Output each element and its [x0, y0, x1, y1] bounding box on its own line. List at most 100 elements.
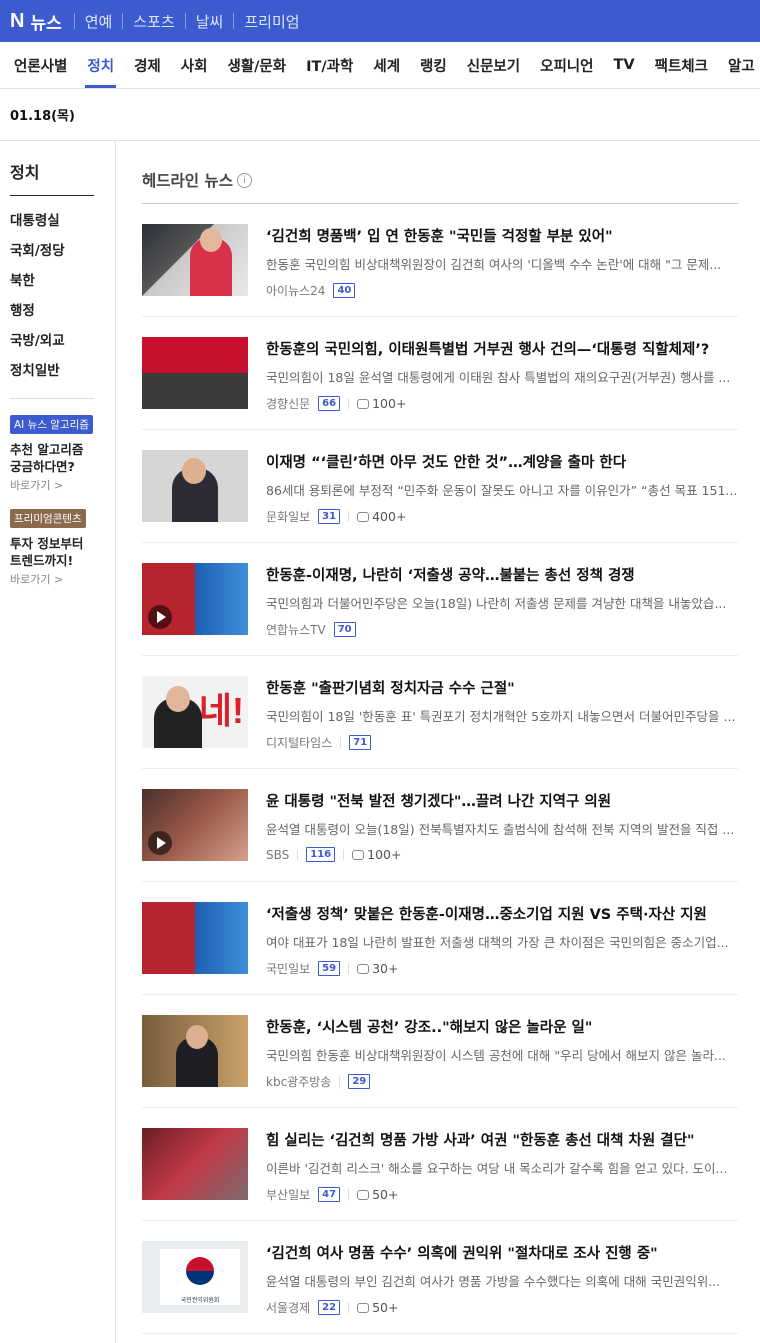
promo-premium-content[interactable]: 프리미엄콘텐츠 투자 정보부터 트렌드까지! 바로가기 >: [10, 507, 105, 587]
news-summary[interactable]: 86세대 용퇴론에 부정적 “민주화 운동이 잘못도 아니고 자를 이유인가” …: [266, 480, 738, 499]
related-count-badge[interactable]: 47: [318, 1187, 341, 1202]
news-thumbnail[interactable]: [142, 450, 248, 522]
news-summary[interactable]: 국민의힘이 18일 '한동훈 표' 특권포기 정치개혁안 5호까지 내놓으면서 …: [266, 706, 738, 725]
tab-politics[interactable]: 정치: [85, 42, 116, 88]
news-thumbnail[interactable]: [142, 1128, 248, 1200]
divider: [73, 13, 75, 29]
news-headline[interactable]: ‘저출생 정책’ 맞붙은 한동훈-이재명…중소기업 지원 VS 주택·자산 지원: [266, 903, 738, 924]
promo-link[interactable]: 바로가기 >: [10, 477, 105, 493]
play-icon[interactable]: [148, 605, 172, 629]
news-item[interactable]: 이재명 “‘클린’하면 아무 것도 안한 것”…계양을 출마 한다 86세대 용…: [142, 430, 738, 543]
sidebar-item-politics-general[interactable]: 정치일반: [10, 356, 94, 386]
related-count-badge[interactable]: 40: [333, 283, 356, 298]
service-link-premium[interactable]: 프리미엄: [244, 11, 299, 32]
news-item[interactable]: ‘저출생 정책’ 맞붙은 한동훈-이재명…중소기업 지원 VS 주택·자산 지원…: [142, 882, 738, 995]
news-headline[interactable]: 한동훈-이재명, 나란히 ‘저출생 공약…불붙는 총선 정책 경쟁: [266, 564, 738, 585]
news-headline[interactable]: 힘 실리는 ‘김건희 명품 가방 사과’ 여권 "한동훈 총선 대책 차원 결단…: [266, 1129, 738, 1150]
tab-opinion[interactable]: 오피니언: [540, 42, 593, 88]
divider: [340, 737, 342, 748]
divider: [348, 1302, 350, 1313]
tab-world[interactable]: 세계: [373, 42, 400, 88]
section-header: 헤드라인 뉴스 i: [142, 169, 738, 204]
news-thumbnail[interactable]: [142, 337, 248, 409]
news-summary[interactable]: 이른바 '김건희 리스크' 해소를 요구하는 여당 내 목소리가 갈수록 힘을 …: [266, 1158, 738, 1177]
tab-society[interactable]: 사회: [181, 42, 208, 88]
related-count-badge[interactable]: 31: [318, 509, 341, 524]
tab-ranking[interactable]: 랭킹: [420, 42, 447, 88]
service-link-weather[interactable]: 날씨: [196, 11, 224, 32]
news-item[interactable]: 윤 대통령 "전북 발전 챙기겠다"…끌려 나간 지역구 의원 윤석열 대통령이…: [142, 769, 738, 882]
news-item[interactable]: ‘김건희 명품백’ 입 연 한동훈 "국민들 걱정할 부분 있어" 한동훈 국민…: [142, 204, 738, 317]
promo-ai-algorithm[interactable]: AI 뉴스 알고리즘 추천 알고리즘 궁금하다면? 바로가기 >: [10, 413, 105, 493]
news-item[interactable]: 국민권익위원회 ‘김건희 여사 명품 수수’ 의혹에 권익위 "절차대로 조사 …: [142, 1221, 738, 1334]
news-thumbnail[interactable]: [142, 224, 248, 296]
news-headline[interactable]: 한동훈 "출판기념회 정치자금 수수 근절": [266, 677, 738, 698]
tab-factcheck[interactable]: 팩트체크: [655, 42, 708, 88]
divider: [184, 13, 186, 29]
news-summary[interactable]: 여야 대표가 18일 나란히 발표한 저출생 대책의 가장 큰 차이점은 국민의…: [266, 932, 738, 951]
comment-icon: [357, 1189, 370, 1200]
sidebar-item-presidential-office[interactable]: 대통령실: [10, 206, 94, 236]
news-summary[interactable]: 국민의힘과 더불어민주당은 오늘(18일) 나란히 저출생 문제를 겨냥한 대책…: [266, 593, 738, 612]
category-nav: 언론사별 정치 경제 사회 생활/문화 IT/과학 세계 랭킹 신문보기 오피니…: [0, 42, 760, 89]
sidebar-item-assembly-party[interactable]: 국회/정당: [10, 236, 94, 266]
comment-link[interactable]: 100+: [357, 396, 406, 411]
related-count-badge[interactable]: 29: [348, 1074, 371, 1089]
tab-economy[interactable]: 경제: [134, 42, 161, 88]
comment-link[interactable]: 400+: [357, 509, 406, 524]
news-headline[interactable]: 한동훈의 국민의힘, 이태원특별법 거부권 행사 건의—‘대통령 직할체제’?: [266, 338, 738, 359]
press-name: 서울경제: [266, 1301, 311, 1315]
tab-life-culture[interactable]: 생활/문화: [227, 42, 286, 88]
related-count-badge[interactable]: 22: [318, 1300, 341, 1315]
comment-link[interactable]: 50+: [357, 1187, 398, 1202]
naver-logo[interactable]: N: [10, 10, 24, 33]
related-count-badge[interactable]: 59: [318, 961, 341, 976]
tab-algorithm[interactable]: 알고: [728, 42, 755, 88]
related-count-badge[interactable]: 71: [349, 735, 372, 750]
comment-count: 100+: [367, 847, 402, 862]
news-headline[interactable]: 이재명 “‘클린’하면 아무 것도 안한 것”…계양을 출마 한다: [266, 451, 738, 472]
news-summary[interactable]: 국민의힘 한동훈 비상대책위원장이 시스템 공천에 대해 "우리 당에서 해보지…: [266, 1045, 738, 1064]
news-item[interactable]: 한동훈-이재명, 나란히 ‘저출생 공약…불붙는 총선 정책 경쟁 국민의힘과 …: [142, 543, 738, 656]
service-link-entertainment[interactable]: 연예: [85, 11, 113, 32]
sidebar-menu: 대통령실 국회/정당 북한 행정 국방/외교 정치일반: [10, 206, 94, 399]
news-summary[interactable]: 윤석열 대통령이 오늘(18일) 전북특별자치도 출범식에 참석해 전북 지역의…: [266, 819, 738, 838]
related-count-badge[interactable]: 70: [333, 622, 356, 637]
tab-tv[interactable]: TV: [613, 42, 634, 88]
news-item[interactable]: 네! 한동훈 "출판기념회 정치자금 수수 근절" 국민의힘이 18일 '한동훈…: [142, 656, 738, 769]
service-link-sports[interactable]: 스포츠: [133, 11, 174, 32]
tab-newspaper[interactable]: 신문보기: [467, 42, 520, 88]
promo-badge: 프리미엄콘텐츠: [10, 509, 86, 528]
news-summary[interactable]: 국민의힘이 18일 윤석열 대통령에게 이태원 참사 특별법의 재의요구권(거부…: [266, 367, 738, 386]
news-thumbnail[interactable]: [142, 1015, 248, 1087]
news-item[interactable]: 한동훈, ‘시스템 공천’ 강조.."해보지 않은 놀라운 일" 국민의힘 한동…: [142, 995, 738, 1108]
comment-link[interactable]: 50+: [357, 1300, 398, 1315]
news-thumbnail[interactable]: [142, 563, 248, 635]
comment-link[interactable]: 30+: [357, 961, 398, 976]
promo-link[interactable]: 바로가기 >: [10, 571, 105, 587]
news-thumbnail[interactable]: 네!: [142, 676, 248, 748]
news-summary[interactable]: 한동훈 국민의힘 비상대책위원장이 김건희 여사의 '디올백 수수 논란'에 대…: [266, 254, 738, 273]
news-thumbnail[interactable]: [142, 789, 248, 861]
play-icon[interactable]: [148, 831, 172, 855]
sidebar-item-defense-diplomacy[interactable]: 국방/외교: [10, 326, 94, 356]
related-count-badge[interactable]: 66: [318, 396, 341, 411]
news-summary[interactable]: 윤석열 대통령의 부인 김건희 여사가 명품 가방을 수수했다는 의혹에 대해 …: [266, 1271, 738, 1290]
news-brand-link[interactable]: 뉴스: [30, 9, 61, 34]
news-item[interactable]: 힘 실리는 ‘김건희 명품 가방 사과’ 여권 "한동훈 총선 대책 차원 결단…: [142, 1108, 738, 1221]
tab-it-science[interactable]: IT/과학: [306, 42, 353, 88]
news-thumbnail[interactable]: [142, 902, 248, 974]
news-headline[interactable]: ‘김건희 여사 명품 수수’ 의혹에 권익위 "절차대로 조사 진행 중": [266, 1242, 738, 1263]
news-thumbnail[interactable]: 국민권익위원회: [142, 1241, 248, 1313]
sidebar-item-administration[interactable]: 행정: [10, 296, 94, 326]
related-count-badge[interactable]: 116: [306, 847, 336, 862]
sidebar-item-north-korea[interactable]: 북한: [10, 266, 94, 296]
news-headline[interactable]: 한동훈, ‘시스템 공천’ 강조.."해보지 않은 놀라운 일": [266, 1016, 738, 1037]
news-item[interactable]: 한동훈의 국민의힘, 이태원특별법 거부권 행사 건의—‘대통령 직할체제’? …: [142, 317, 738, 430]
news-headline[interactable]: ‘김건희 명품백’ 입 연 한동훈 "국민들 걱정할 부분 있어": [266, 225, 738, 246]
tab-press[interactable]: 언론사별: [14, 42, 67, 88]
info-icon[interactable]: i: [236, 172, 252, 188]
comment-link[interactable]: 100+: [352, 847, 401, 862]
news-headline[interactable]: 윤 대통령 "전북 발전 챙기겠다"…끌려 나간 지역구 의원: [266, 790, 738, 811]
top-bar: N 뉴스 연예 스포츠 날씨 프리미엄: [0, 0, 760, 42]
